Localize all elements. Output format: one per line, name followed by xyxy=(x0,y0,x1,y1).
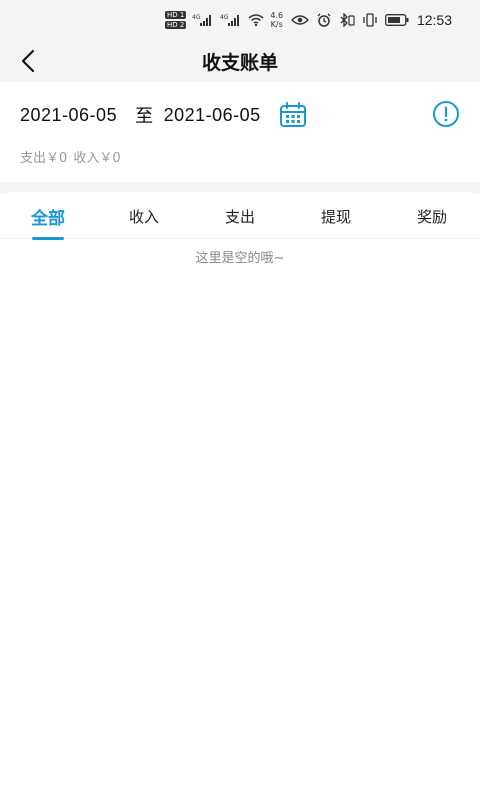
calendar-icon[interactable] xyxy=(279,102,307,128)
expense-summary: 支出￥0 xyxy=(20,151,68,166)
alarm-icon xyxy=(317,13,331,27)
tab-expense[interactable]: 支出 xyxy=(210,206,270,227)
header: 收支账单 xyxy=(0,42,480,82)
hd-badges: HD 1 HD 2 xyxy=(165,11,187,29)
bluetooth-icon xyxy=(340,13,355,27)
status-time: 12:53 xyxy=(416,12,452,28)
tab-bar: 全部 收入 支出 提现 奖励 xyxy=(0,192,480,240)
status-right-icons: 12:53 xyxy=(290,12,452,28)
active-tab-indicator xyxy=(32,237,64,240)
hd-badge-1: HD 1 xyxy=(165,11,187,19)
status-bar: HD 1 HD 2 4G 4G 4.6 K/s 12:53 xyxy=(0,0,480,42)
tab-all[interactable]: 全部 xyxy=(18,204,78,229)
date-separator: 至 xyxy=(135,106,154,127)
tab-withdraw[interactable]: 提现 xyxy=(306,206,366,227)
net-speed: 4.6 K/s xyxy=(270,11,283,29)
tab-income[interactable]: 收入 xyxy=(114,206,174,227)
battery-icon xyxy=(385,14,409,26)
eye-icon xyxy=(290,15,309,25)
net-speed-unit: K/s xyxy=(270,20,283,29)
tab-card: 全部 收入 支出 提现 奖励 这里是空的哦~ xyxy=(0,192,480,800)
summary: 支出￥0 收入￥0 xyxy=(20,147,123,166)
signal-1-label: 4G xyxy=(192,14,201,21)
signal-icon: 4G xyxy=(192,14,212,26)
signal-icon: 4G xyxy=(220,14,240,26)
income-summary: 收入￥0 xyxy=(73,151,121,166)
status-left-icons: HD 1 HD 2 4G 4G 4.6 K/s xyxy=(165,11,283,29)
vibrate-icon xyxy=(363,13,377,27)
net-speed-value: 4.6 xyxy=(270,11,284,20)
hd-badge-2: HD 2 xyxy=(165,21,187,29)
wifi-icon xyxy=(248,14,264,27)
end-date[interactable]: 2021-06-05 xyxy=(164,105,261,126)
empty-state-text: 这里是空的哦~ xyxy=(195,251,285,266)
signal-2-label: 4G xyxy=(220,14,229,21)
start-date[interactable]: 2021-06-05 xyxy=(20,105,117,126)
tab-reward[interactable]: 奖励 xyxy=(402,206,462,227)
info-icon[interactable] xyxy=(432,100,460,128)
page-title: 收支账单 xyxy=(201,52,278,74)
date-range-row: 2021-06-05 至 2021-06-05 xyxy=(20,102,307,128)
date-section: 2021-06-05 至 2021-06-05 支出￥0 收入￥0 xyxy=(0,82,480,182)
